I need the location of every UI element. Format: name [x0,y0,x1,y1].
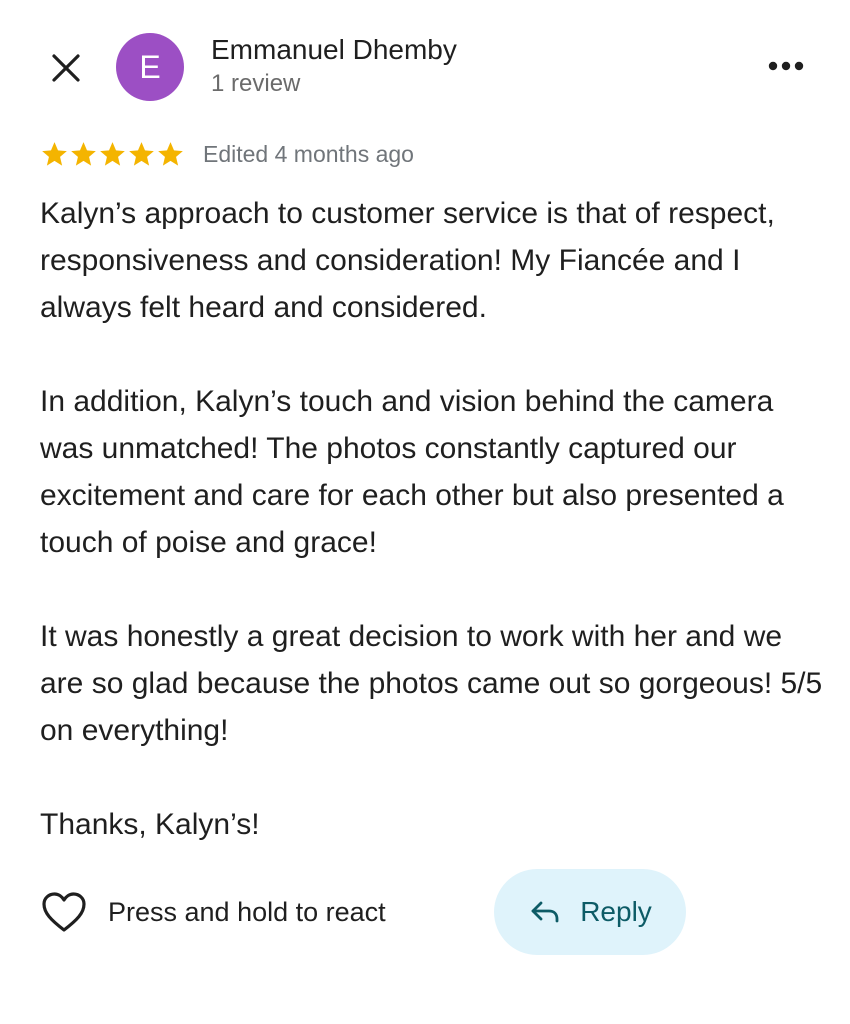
author-name[interactable]: Emmanuel Dhemby [211,34,457,66]
more-options-button[interactable] [760,48,812,84]
edited-timestamp: Edited 4 months ago [203,140,414,167]
review-paragraph: Thanks, Kalyn’s! [40,808,260,841]
reply-label: Reply [580,896,652,927]
review-paragraph: It was honestly a great decision to work… [40,620,823,747]
star-icon [42,141,67,166]
star-icon [158,141,183,166]
rating-row: Edited 4 months ago [40,136,414,172]
star-rating [40,140,185,169]
review-paragraph: Kalyn’s approach to customer service is … [40,197,775,324]
star-icon [100,141,125,166]
reply-button[interactable]: Reply [494,869,686,955]
avatar[interactable]: E [116,33,184,101]
review-text: Kalyn’s approach to customer service is … [40,190,830,848]
avatar-letter: E [139,48,161,85]
star-icon [129,141,154,166]
more-horizontal-icon [768,61,804,71]
review-count: 1 review [211,70,301,97]
heart-outline-icon [40,888,88,936]
star-icon [71,141,96,166]
close-button[interactable] [44,46,88,90]
close-icon [52,54,80,82]
react-button[interactable]: Press and hold to react [40,888,386,936]
react-label: Press and hold to react [108,896,386,927]
review-paragraph: In addition, Kalyn’s touch and vision be… [40,385,784,559]
reply-arrow-icon [528,895,562,929]
